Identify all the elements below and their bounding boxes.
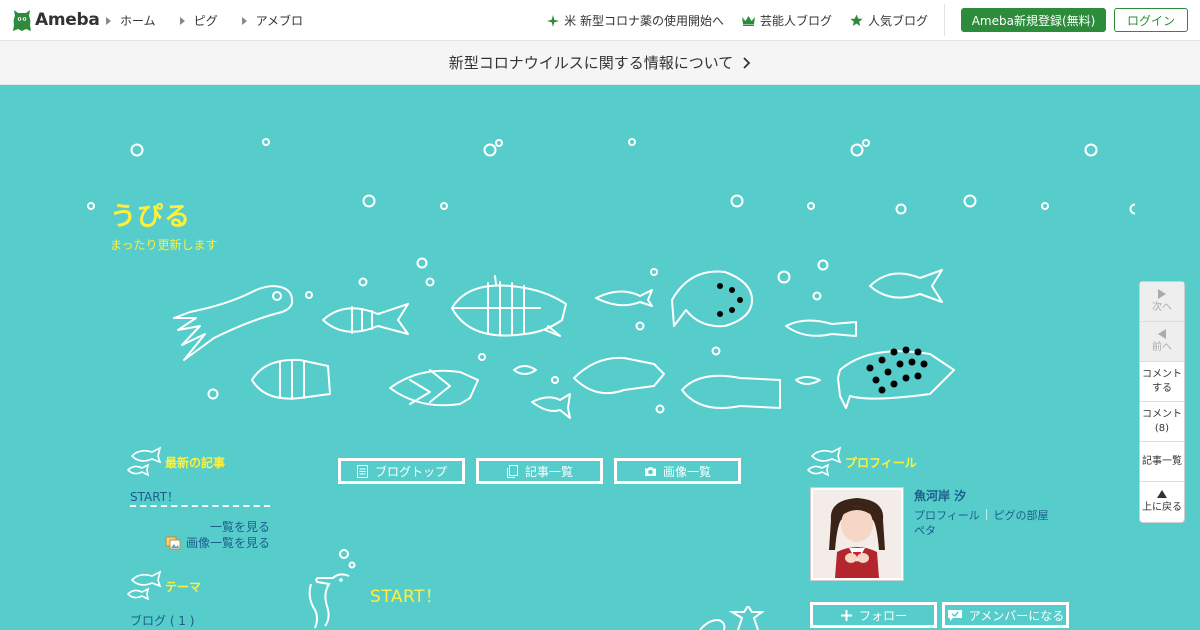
register-button[interactable]: Ameba新規登録(無料) — [961, 8, 1106, 32]
logo-wordmark: Ameba — [35, 10, 100, 30]
section-label: テーマ — [165, 579, 202, 594]
speech-bubble-icon — [947, 609, 962, 621]
plus-icon — [840, 609, 852, 621]
fish-icon — [806, 446, 842, 477]
nav-label: ピグ — [193, 14, 218, 28]
nav-label-2: する — [1152, 382, 1172, 394]
section-label: 最新の記事 — [165, 455, 226, 470]
view-images-link[interactable]: 画像一覧を見る — [165, 534, 270, 551]
pigg-room-link[interactable]: ピグの部屋 — [994, 507, 1049, 523]
global-nav: ホーム ピグ アメブロ — [106, 12, 327, 29]
nav-label: 前へ — [1152, 341, 1172, 353]
follow-button[interactable]: フォロー — [809, 601, 938, 629]
become-member-button[interactable]: アメンバーになる — [941, 601, 1070, 629]
link-separator: | — [984, 507, 989, 520]
blog-top-button[interactable]: ブログトップ — [337, 457, 466, 485]
next-arrow-icon — [1158, 288, 1166, 299]
covid-notice-bar[interactable]: 新型コロナウイルスに関する情報について — [0, 41, 1200, 85]
nav-label: コメント — [1142, 368, 1182, 380]
blog-title[interactable]: うぴる — [110, 196, 191, 233]
theme-link[interactable]: ブログ ( 1 ) — [130, 612, 194, 629]
nav-label: コメント — [1142, 408, 1182, 420]
floating-side-nav: 次へ 前へ コメント する コメント (8) 記事一覧 上に戻る — [1139, 281, 1185, 523]
nav-home[interactable]: ホーム — [106, 12, 156, 29]
bubbles-decoration — [87, 138, 1135, 414]
back-to-top-button[interactable]: 上に戻る — [1140, 482, 1184, 522]
next-post-button[interactable]: 次へ — [1140, 282, 1184, 322]
prev-arrow-icon — [1158, 328, 1166, 339]
divider — [130, 505, 270, 507]
seahorse-icon — [308, 549, 356, 629]
fish-icon — [126, 446, 162, 477]
popular-blog-label: 人気ブログ — [867, 14, 928, 28]
button-label: フォロー — [858, 608, 907, 623]
peta-link[interactable]: ペタ — [914, 522, 936, 538]
nav-pigg[interactable]: ピグ — [179, 12, 218, 29]
ameba-mascot-icon — [13, 10, 31, 31]
camera-icon — [644, 466, 656, 476]
nav-label: ホーム — [120, 14, 156, 28]
chevron-right-icon — [743, 56, 751, 69]
section-label: プロフィール — [845, 455, 917, 470]
button-label: 記事一覧 — [524, 464, 573, 479]
post-title[interactable]: START！ — [370, 582, 442, 607]
celebrity-blog-label: 芸能人ブログ — [759, 14, 832, 28]
comment-count: (8) — [1154, 422, 1170, 434]
celebrity-blog-link[interactable]: 芸能人ブログ — [741, 12, 832, 29]
view-list-link[interactable]: 一覧を見る — [210, 518, 270, 535]
avatar-image — [813, 490, 901, 578]
login-button[interactable]: ログイン — [1114, 8, 1188, 32]
copy-icon — [506, 464, 518, 478]
image-list-icon — [165, 536, 181, 549]
button-label: アメンバーになる — [968, 608, 1065, 623]
profile-heading: プロフィール — [806, 446, 917, 478]
post-list-button[interactable]: 記事一覧 — [475, 457, 604, 485]
profile-avatar[interactable] — [810, 487, 904, 581]
profile-links: プロフィール | ピグの部屋 — [914, 507, 1049, 523]
button-label: 画像一覧 — [662, 464, 711, 479]
fish-decoration — [173, 269, 955, 419]
blog-description: まったり更新します — [110, 238, 218, 252]
latest-post-link[interactable]: START！ — [130, 488, 179, 505]
ameba-logo[interactable]: Ameba — [12, 7, 100, 33]
sparkle-icon — [547, 14, 560, 27]
document-icon — [356, 464, 368, 478]
write-comment-button[interactable]: コメント する — [1140, 362, 1184, 402]
global-header: Ameba ホーム ピグ アメブロ 米 新型コロナ薬の使用開始へ 芸能人ブログ … — [0, 0, 1200, 41]
profile-name[interactable]: 魚河岸 汐 — [914, 487, 966, 504]
view-images-label: 画像一覧を見る — [186, 536, 271, 550]
fish-icon — [126, 570, 162, 601]
nav-arrow-icon — [241, 16, 247, 25]
news-label: 米 新型コロナ薬の使用開始へ — [564, 14, 724, 28]
nav-arrow-icon — [179, 16, 185, 25]
post-list-side-button[interactable]: 記事一覧 — [1140, 442, 1184, 482]
nav-label: 上に戻る — [1142, 501, 1182, 513]
up-arrow-icon — [1157, 489, 1167, 498]
nav-label: 次へ — [1152, 301, 1172, 313]
image-list-button[interactable]: 画像一覧 — [613, 457, 742, 485]
starfish-icon — [699, 606, 764, 630]
nav-ameblo[interactable]: アメブロ — [241, 12, 304, 29]
button-label: ブログトップ — [374, 464, 447, 479]
header-illustration — [87, 138, 1135, 419]
crown-icon — [741, 15, 755, 26]
nav-arrow-icon — [106, 16, 111, 25]
star-icon — [850, 14, 863, 27]
comments-count-button[interactable]: コメント (8) — [1140, 402, 1184, 442]
header-right-nav: 米 新型コロナ薬の使用開始へ 芸能人ブログ 人気ブログ — [529, 12, 928, 29]
latest-posts-heading: 最新の記事 — [126, 446, 225, 478]
news-link[interactable]: 米 新型コロナ薬の使用開始へ — [547, 12, 724, 29]
nav-label: 記事一覧 — [1142, 455, 1182, 467]
theme-heading: テーマ — [126, 570, 201, 602]
popular-blog-link[interactable]: 人気ブログ — [850, 12, 928, 29]
header-divider — [944, 4, 945, 36]
nav-label: アメブロ — [255, 14, 304, 28]
profile-link[interactable]: プロフィール — [914, 507, 980, 523]
notice-text: 新型コロナウイルスに関する情報について — [448, 54, 734, 72]
prev-post-button[interactable]: 前へ — [1140, 322, 1184, 362]
